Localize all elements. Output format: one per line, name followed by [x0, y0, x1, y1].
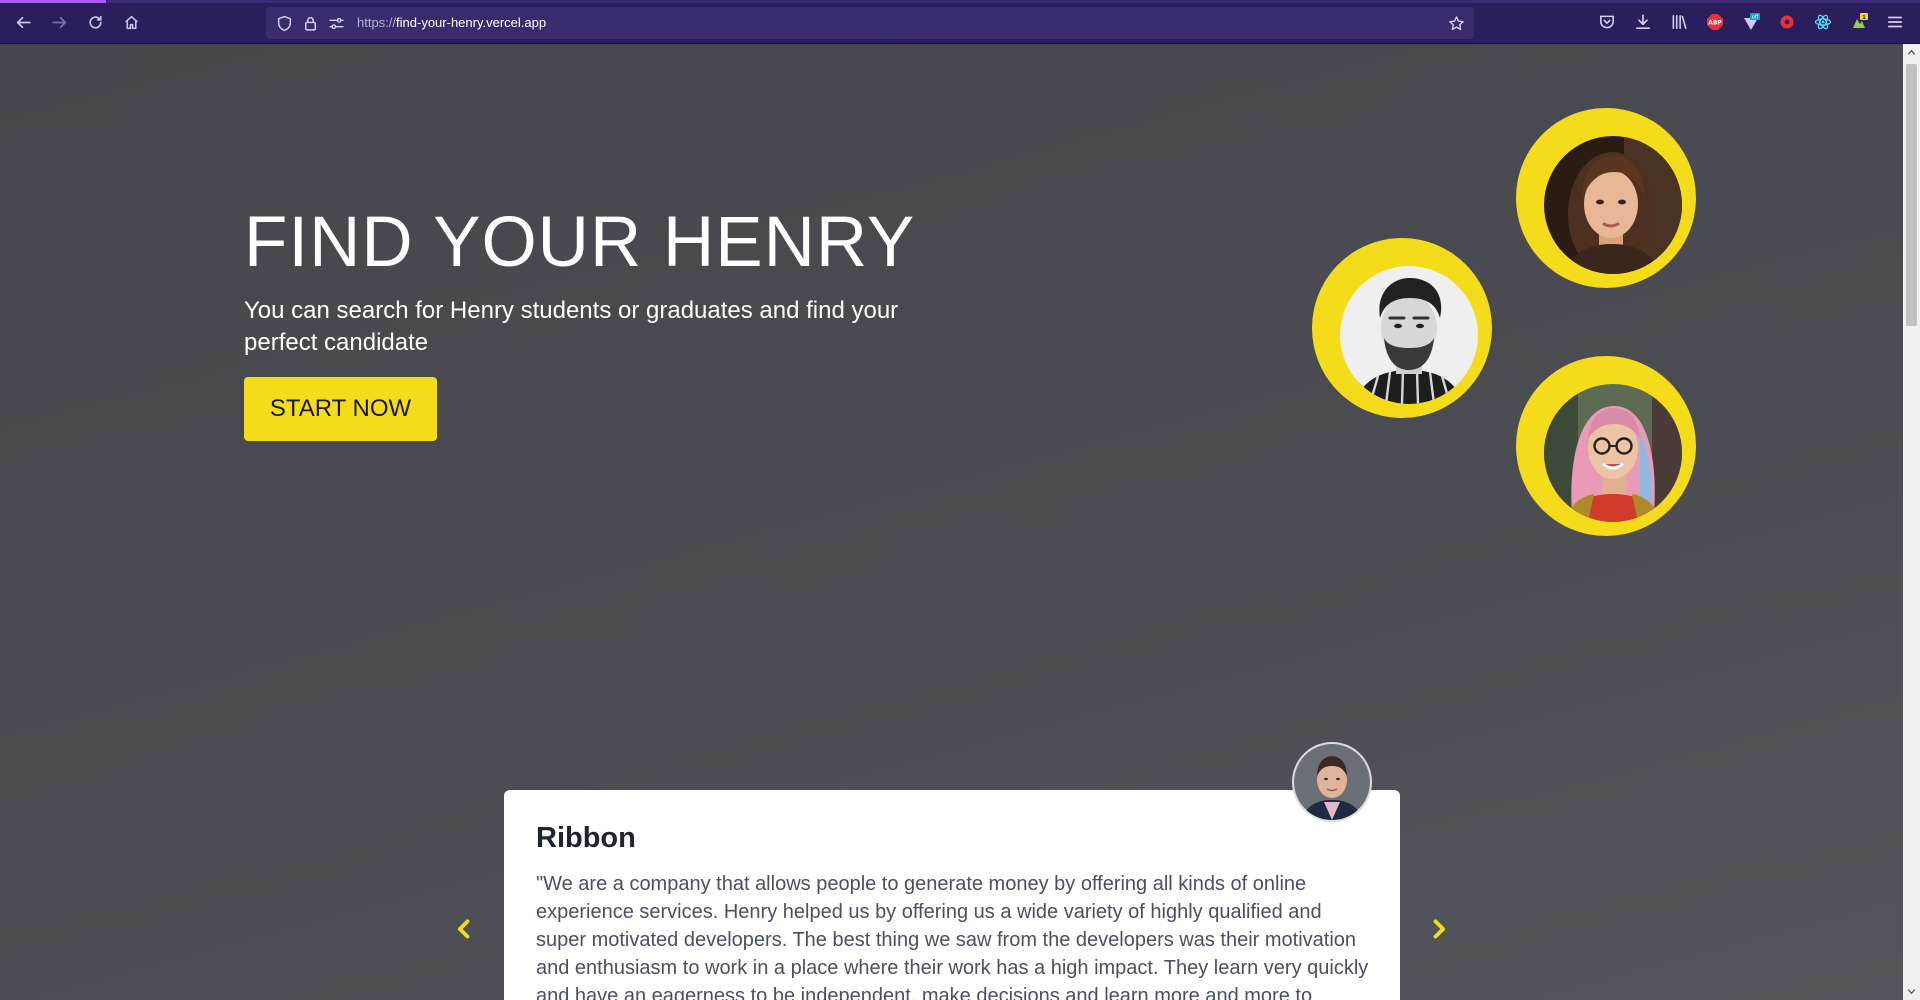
downloads-button[interactable]: [1633, 12, 1653, 32]
active-tab-indicator: [0, 0, 106, 3]
home-button[interactable]: [120, 11, 142, 33]
start-now-button[interactable]: START NOW: [244, 377, 437, 441]
pocket-icon: [1600, 15, 1614, 29]
bookmark-button[interactable]: [1448, 15, 1465, 32]
library-icon: [1672, 15, 1687, 29]
extension-badge-icon: 1: [1853, 13, 1868, 28]
lock-icon: [304, 16, 317, 31]
back-button[interactable]: [12, 11, 34, 33]
adblock-button[interactable]: ABP: [1705, 12, 1725, 32]
menu-icon: [1887, 16, 1903, 28]
forward-button[interactable]: [48, 11, 70, 33]
record-icon: [1780, 15, 1794, 29]
profile-avatar-man: [1312, 238, 1492, 418]
chevron-right-icon: [1433, 919, 1446, 939]
bookmark-star-icon: [1449, 16, 1464, 31]
site-permissions-button[interactable]: [328, 15, 345, 32]
testimonial-company-name: Ribbon: [536, 822, 636, 854]
library-button[interactable]: [1669, 12, 1689, 32]
back-arrow-icon: [16, 16, 31, 28]
extension-toggle-button[interactable]: off: [1741, 12, 1761, 32]
scrollbar-thumb[interactable]: [1906, 64, 1917, 326]
page-scrollbar[interactable]: [1903, 44, 1920, 1000]
extension-notification-count: 1: [1862, 15, 1866, 21]
extension-off-icon: off: [1744, 13, 1760, 30]
extension-off-badge: off: [1752, 15, 1759, 21]
scroll-down-button[interactable]: [1903, 983, 1920, 1000]
browser-toolbar: https://find-your-henry.vercel.app ABP o…: [0, 0, 1920, 44]
adblock-icon: ABP: [1707, 14, 1723, 30]
record-extension-button[interactable]: [1777, 12, 1797, 32]
profile-avatar-woman: [1516, 108, 1696, 288]
shield-icon: [277, 15, 292, 32]
man-portrait-photo: [1340, 266, 1478, 404]
scroll-up-button[interactable]: [1903, 44, 1920, 61]
url-scheme: https://: [357, 15, 397, 30]
scroll-down-arrow-icon: [1907, 989, 1916, 995]
url-text[interactable]: https://find-your-henry.vercel.app: [357, 15, 546, 30]
reload-icon: [88, 15, 102, 29]
woman-glasses-portrait-photo: [1544, 384, 1682, 522]
address-bar[interactable]: https://find-your-henry.vercel.app: [266, 7, 1474, 39]
adblock-label: ABP: [1708, 20, 1722, 27]
forward-arrow-icon: [51, 16, 66, 28]
woman-portrait-photo: [1544, 136, 1682, 274]
pocket-button[interactable]: [1597, 12, 1617, 32]
site-security-button[interactable]: [302, 15, 319, 32]
react-devtools-icon: [1814, 14, 1832, 30]
testimonial-card: Ribbon "We are a company that allows peo…: [504, 742, 1400, 1000]
react-devtools-button[interactable]: [1813, 12, 1833, 32]
permissions-icon: [329, 17, 344, 30]
hero-subtitle: You can search for Henry students or gra…: [244, 297, 899, 356]
app-menu-button[interactable]: [1885, 12, 1905, 32]
scroll-up-arrow-icon: [1907, 49, 1916, 55]
testimonial-avatar: [1292, 742, 1372, 822]
carousel-prev-button[interactable]: [449, 914, 479, 944]
notifying-extension-button[interactable]: 1: [1849, 12, 1869, 32]
tab-strip: [106, 0, 1920, 3]
testimonial-quote: "We are a company that allows people to …: [536, 873, 1369, 1000]
home-icon: [124, 15, 138, 29]
profile-avatar-woman-glasses: [1516, 356, 1696, 536]
hero-title: FIND YOUR HENRY: [244, 203, 916, 282]
reload-button[interactable]: [84, 11, 106, 33]
download-icon: [1635, 14, 1651, 30]
tracking-protection-button[interactable]: [276, 15, 293, 32]
url-host: find-your-henry.vercel.app: [396, 15, 547, 30]
carousel-next-button[interactable]: [1424, 914, 1454, 944]
page-viewport: FIND YOUR HENRY You can search for Henry…: [0, 44, 1903, 1000]
chevron-left-icon: [457, 919, 470, 939]
